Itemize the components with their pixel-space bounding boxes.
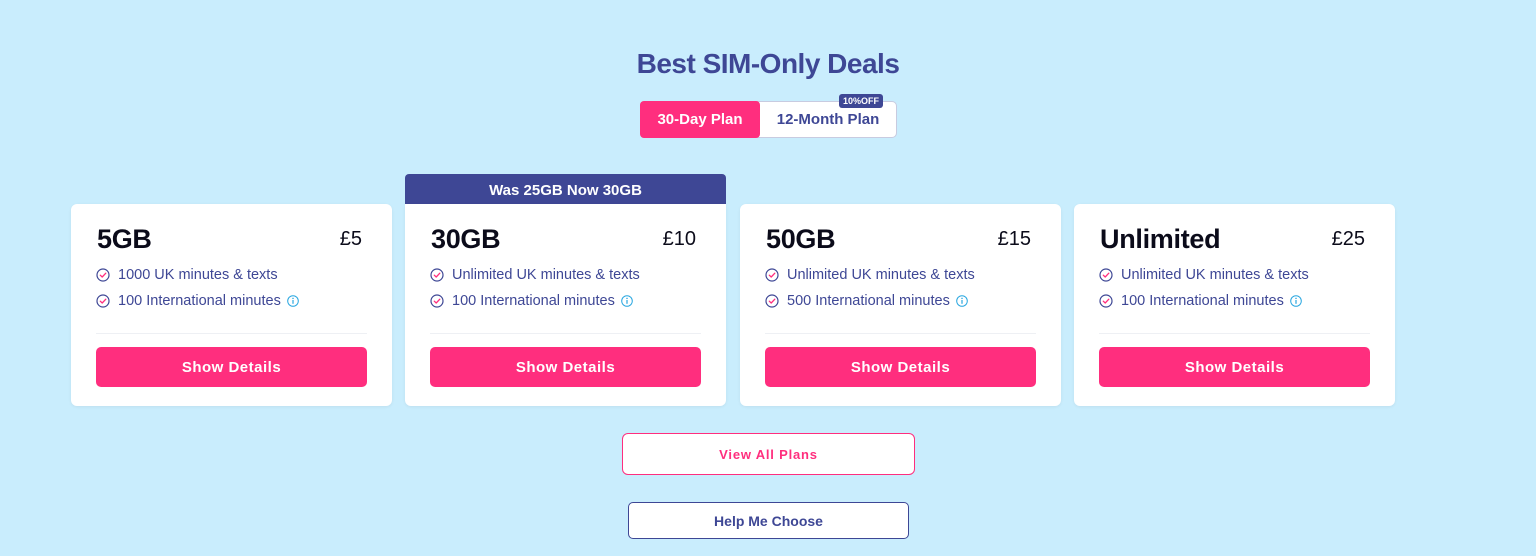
promo-banner: Was 25GB Now 30GB bbox=[405, 174, 726, 206]
plan-feature: 100 International minutes bbox=[96, 293, 299, 309]
card-divider bbox=[430, 333, 701, 334]
check-circle-icon bbox=[430, 294, 444, 308]
check-circle-icon bbox=[96, 268, 110, 282]
plan-data-allowance: 50GB bbox=[766, 224, 836, 254]
plan-feature: 100 International minutes bbox=[430, 293, 633, 309]
card-divider bbox=[96, 333, 367, 334]
card-divider bbox=[1099, 333, 1370, 334]
plan-data-allowance: 5GB bbox=[97, 224, 152, 254]
plan-feature-label: 100 International minutes bbox=[452, 293, 615, 309]
check-circle-icon bbox=[765, 268, 779, 282]
plan-feature: 1000 UK minutes & texts bbox=[96, 267, 278, 283]
plan-feature-label: Unlimited UK minutes & texts bbox=[452, 267, 640, 283]
plan-price: £25 bbox=[1331, 228, 1365, 250]
check-circle-icon bbox=[1099, 294, 1113, 308]
show-details-button[interactable]: Show Details bbox=[1099, 347, 1370, 387]
plan-price: £5 bbox=[339, 228, 362, 250]
show-details-button[interactable]: Show Details bbox=[430, 347, 701, 387]
card-divider bbox=[765, 333, 1036, 334]
show-details-button[interactable]: Show Details bbox=[96, 347, 367, 387]
plan-card-50gb: 50GB £15 Unlimited UK minutes & texts 50… bbox=[740, 204, 1061, 406]
info-icon[interactable] bbox=[956, 295, 968, 307]
check-circle-icon bbox=[765, 294, 779, 308]
check-circle-icon bbox=[430, 268, 444, 282]
plan-feature: 100 International minutes bbox=[1099, 293, 1302, 309]
plan-term-toggle: 30-Day Plan 12-Month Plan 10%OFF bbox=[640, 94, 897, 138]
toggle-12-month-label: 12-Month Plan bbox=[776, 111, 880, 128]
plan-feature: 500 International minutes bbox=[765, 293, 968, 309]
plan-feature-label: 1000 UK minutes & texts bbox=[118, 267, 278, 283]
plan-feature: Unlimited UK minutes & texts bbox=[1099, 267, 1309, 283]
plan-feature-label: 500 International minutes bbox=[787, 293, 950, 309]
help-me-choose-button[interactable]: Help Me Choose bbox=[628, 502, 909, 539]
toggle-30-day-plan[interactable]: 30-Day Plan bbox=[640, 101, 760, 138]
discount-badge: 10%OFF bbox=[838, 94, 883, 108]
plan-data-allowance: Unlimited bbox=[1100, 224, 1221, 254]
page-title: Best SIM-Only Deals bbox=[636, 48, 900, 79]
info-icon[interactable] bbox=[621, 295, 633, 307]
plan-feature: Unlimited UK minutes & texts bbox=[430, 267, 640, 283]
view-all-plans-button[interactable]: View All Plans bbox=[622, 433, 915, 475]
plan-feature-label: 100 International minutes bbox=[118, 293, 281, 309]
plan-feature: Unlimited UK minutes & texts bbox=[765, 267, 975, 283]
plan-price: £10 bbox=[662, 228, 696, 250]
plan-price: £15 bbox=[997, 228, 1031, 250]
toggle-30-day-label: 30-Day Plan bbox=[657, 111, 743, 128]
check-circle-icon bbox=[96, 294, 110, 308]
plan-feature-label: Unlimited UK minutes & texts bbox=[1121, 267, 1309, 283]
toggle-12-month-plan[interactable]: 12-Month Plan 10%OFF bbox=[760, 94, 896, 137]
info-icon[interactable] bbox=[287, 295, 299, 307]
show-details-button[interactable]: Show Details bbox=[765, 347, 1036, 387]
plan-feature-label: Unlimited UK minutes & texts bbox=[787, 267, 975, 283]
info-icon[interactable] bbox=[1290, 295, 1302, 307]
check-circle-icon bbox=[1099, 268, 1113, 282]
plan-feature-label: 100 International minutes bbox=[1121, 293, 1284, 309]
plan-data-allowance: 30GB bbox=[431, 224, 501, 254]
plan-card-30gb: 30GB £10 Unlimited UK minutes & texts 10… bbox=[405, 204, 726, 406]
plan-card-unlimited: Unlimited £25 Unlimited UK minutes & tex… bbox=[1074, 204, 1395, 406]
plan-card-5gb: 5GB £5 1000 UK minutes & texts 100 Inter… bbox=[71, 204, 392, 406]
